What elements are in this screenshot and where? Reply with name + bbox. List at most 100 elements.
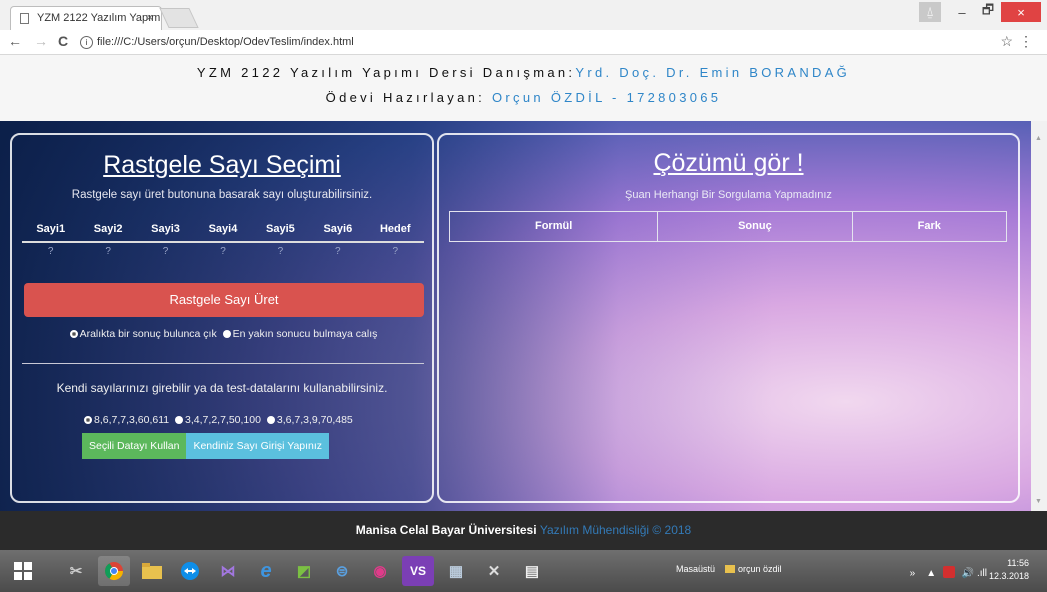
author-name: Orçun ÖZDİL - 172803065 bbox=[492, 90, 722, 105]
random-panel-title: Rastgele Sayı Seçimi bbox=[103, 151, 341, 179]
taskbar-apps: ✂ ⋈ e ◩ ⊜ ◉ VS ▦ ✕ ▤ bbox=[60, 556, 548, 586]
restore-button[interactable]: 🗗 bbox=[975, 2, 1001, 22]
own-numbers-text: Kendi sayılarınızı girebilir ya da test-… bbox=[56, 381, 388, 395]
closest-result-label[interactable]: En yakın sonucu bulmaya calış bbox=[233, 328, 378, 340]
vs-code-icon[interactable]: VS bbox=[402, 556, 434, 586]
image-editor-icon[interactable]: ◩ bbox=[288, 556, 320, 586]
column-header: Sayi2 bbox=[93, 223, 123, 235]
closest-result-radio[interactable] bbox=[222, 330, 231, 338]
number-cell: ? bbox=[162, 246, 169, 257]
enter-own-numbers-button[interactable]: Kendiniz Sayı Girişi Yapınız bbox=[186, 433, 330, 459]
tray-up-icon[interactable]: ▲ bbox=[926, 568, 936, 579]
course-advisor-prefix: YZM 2122 Yazılım Yapımı Dersi Danışman: bbox=[196, 65, 576, 80]
column-header: Fark bbox=[917, 220, 941, 232]
taskbar: ✂ ⋈ e ◩ ⊜ ◉ VS ▦ ✕ ▤ Masaüstü orçun özdil… bbox=[0, 550, 1047, 592]
author-prefix: Ödevi Hazırlayan: bbox=[325, 90, 492, 105]
address-bar: ← → C i file:///C:/Users/orçun/Desktop/Od… bbox=[0, 30, 1047, 55]
info-icon[interactable]: i bbox=[80, 36, 93, 49]
column-header: Sayi6 bbox=[323, 223, 353, 235]
column-header: Sonuç bbox=[658, 212, 853, 241]
dataset2-label[interactable]: 3,4,7,2,7,50,100 bbox=[185, 414, 261, 426]
dataset-button-row: Seçili Datayı Kullan Kendiniz Sayı Giriş… bbox=[82, 433, 330, 459]
dataset1-label[interactable]: 8,6,7,7,3,60,611 bbox=[94, 414, 169, 426]
author-line: Ödevi Hazırlayan: Orçun ÖZDİL - 17280306… bbox=[0, 90, 1047, 105]
antivirus-icon[interactable] bbox=[942, 566, 955, 578]
reload-icon[interactable]: C bbox=[58, 33, 68, 49]
number-cell: ? bbox=[105, 246, 111, 257]
file-explorer-icon[interactable] bbox=[136, 556, 168, 586]
mode-radio-group: Aralıkta bir sonuç bulunca çık En yakın … bbox=[12, 328, 432, 340]
scroll-down-icon[interactable]: ▼ bbox=[1035, 498, 1042, 505]
chevron-icon[interactable]: » bbox=[910, 568, 916, 579]
page-header: YZM 2122 Yazılım Yapımı Dersi Danışman:Y… bbox=[0, 55, 1047, 121]
tools-icon[interactable]: ✕ bbox=[478, 556, 510, 586]
column-header: Sayi1 bbox=[36, 223, 66, 235]
number-cell: ? bbox=[47, 246, 54, 257]
calculator-icon[interactable]: ▦ bbox=[440, 556, 472, 586]
network-signal-icon[interactable]: .ıll bbox=[977, 568, 987, 579]
dataset1-radio[interactable] bbox=[84, 416, 92, 424]
random-number-panel: Rastgele Sayı Seçimi Rastgele sayı üret … bbox=[10, 133, 434, 503]
folder-label[interactable]: orçun özdil bbox=[738, 564, 782, 574]
minimize-button[interactable]: – bbox=[949, 2, 975, 22]
number-cell: ? bbox=[335, 246, 341, 257]
random-panel-subtitle: Rastgele sayı üret butonuna basarak sayı… bbox=[71, 189, 373, 201]
tab-title: YZM 2122 Yazılım Yapımı bbox=[37, 12, 162, 24]
use-selected-data-button[interactable]: Seçili Datayı Kullan bbox=[82, 433, 187, 459]
paint-icon[interactable]: ✂ bbox=[60, 556, 92, 586]
generate-random-button[interactable]: Rastgele Sayı Üret bbox=[24, 283, 424, 317]
folder-icon bbox=[725, 565, 736, 573]
number-cell: ? bbox=[392, 246, 399, 257]
desktop-toolbar[interactable]: Masaüstü orçun özdil bbox=[676, 564, 782, 574]
volume-icon[interactable]: 🔊 bbox=[962, 568, 974, 579]
dataset2-radio[interactable] bbox=[175, 416, 184, 424]
back-icon[interactable]: ← bbox=[8, 33, 22, 49]
network-app-icon[interactable]: ⊜ bbox=[326, 556, 358, 586]
numbers-header: Sayi1 Sayi2 Sayi3 Sayi4 Sayi5 Sayi6 Hede… bbox=[22, 217, 424, 243]
browser-menu-icon[interactable]: ⋮ bbox=[1019, 33, 1033, 50]
forward-icon[interactable]: → bbox=[34, 33, 48, 49]
tab-close-icon[interactable]: × bbox=[147, 12, 153, 24]
advisor-name: Yrd. Doç. Dr. Emin BORANDAĞ bbox=[575, 65, 851, 80]
new-tab-button[interactable] bbox=[159, 8, 199, 28]
teamviewer-icon[interactable] bbox=[174, 556, 206, 586]
dataset3-radio[interactable] bbox=[266, 416, 275, 424]
bookmark-star-icon[interactable]: ☆ bbox=[1000, 33, 1013, 50]
visual-studio-icon[interactable]: ⋈ bbox=[212, 556, 244, 586]
close-window-button[interactable]: × bbox=[1001, 2, 1041, 22]
number-cell: ? bbox=[277, 246, 284, 257]
page-footer: Manisa Celal Bayar Üniversitesi Yazılım … bbox=[0, 511, 1047, 550]
numbers-row: ? ? ? ? ? ? ? bbox=[22, 243, 424, 261]
exit-on-range-label[interactable]: Aralıkta bir sonuç bulunca çık bbox=[80, 328, 217, 340]
browser-tab[interactable]: YZM 2122 Yazılım Yapımı × bbox=[10, 6, 162, 30]
exit-on-range-radio[interactable] bbox=[69, 330, 78, 338]
solution-panel: Çözümü gör ! Şuan Herhangi Bir Sorgulama… bbox=[437, 133, 1020, 503]
dataset-radio-group: 8,6,7,7,3,60,611 3,4,7,2,7,50,100 3,6,7,… bbox=[81, 414, 353, 426]
clock-time: 11:56 bbox=[1007, 558, 1029, 568]
user-icon[interactable]: ⍙ bbox=[919, 2, 941, 22]
clock[interactable]: 11:56 12.3.2018 bbox=[989, 557, 1029, 583]
documents-icon[interactable]: ▤ bbox=[516, 556, 548, 586]
internet-explorer-icon[interactable]: e bbox=[250, 556, 282, 586]
system-tray: » ▲ 🔊 .ıll bbox=[910, 566, 987, 579]
course-advisor-line: YZM 2122 Yazılım Yapımı Dersi Danışman:Y… bbox=[0, 65, 1047, 80]
media-app-icon[interactable]: ◉ bbox=[364, 556, 396, 586]
windows-start-icon[interactable] bbox=[14, 562, 32, 580]
column-header: Sayi3 bbox=[151, 223, 180, 235]
url-text: file:///C:/Users/orçun/Desktop/OdevTesli… bbox=[97, 36, 354, 48]
clock-date: 12.3.2018 bbox=[988, 571, 1029, 581]
column-header: Hedef bbox=[379, 223, 411, 235]
url-input[interactable]: i file:///C:/Users/orçun/Desktop/OdevTesl… bbox=[80, 33, 1010, 51]
column-header: Formül bbox=[450, 212, 659, 241]
column-header: Sayi5 bbox=[266, 223, 295, 235]
tab-strip: YZM 2122 Yazılım Yapımı × ⍙ – 🗗 × bbox=[0, 0, 1047, 30]
divider bbox=[22, 363, 424, 364]
page-scrollbar[interactable]: ▲ ▼ bbox=[1031, 121, 1047, 511]
scroll-up-icon[interactable]: ▲ bbox=[1035, 135, 1042, 142]
dataset3-label[interactable]: 3,6,7,3,9,70,485 bbox=[277, 414, 353, 426]
desktop-label[interactable]: Masaüstü bbox=[676, 564, 715, 574]
footer-link[interactable]: Yazılım Mühendisliği © 2018 bbox=[540, 523, 691, 537]
footer-text: Manisa Celal Bayar Üniversitesi bbox=[355, 523, 537, 537]
chrome-icon[interactable] bbox=[98, 556, 130, 586]
number-cell: ? bbox=[220, 246, 226, 257]
